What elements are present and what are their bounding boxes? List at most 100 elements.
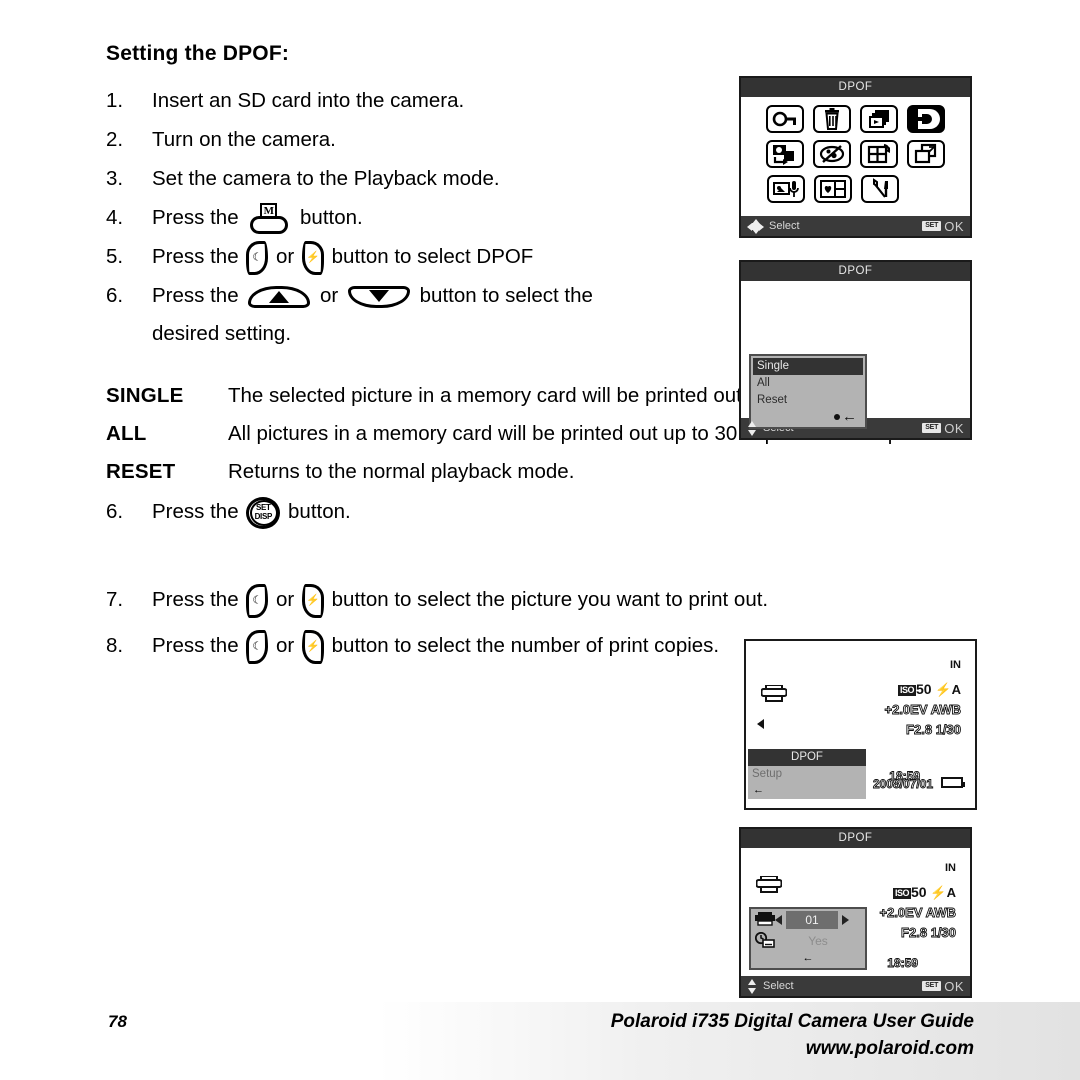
flash-mode-value: A <box>946 885 956 900</box>
page-footer: 78 Polaroid i735 Digital Camera User Gui… <box>0 1002 1080 1080</box>
definition-text: Returns to the normal playback mode. <box>228 460 575 483</box>
manual-page: Setting the DPOF: 1. Insert an SD card i… <box>0 0 1080 1080</box>
option-item-single[interactable]: Single <box>753 358 863 375</box>
step-text: Press the ☾ or ⚡ button to select the nu… <box>152 627 772 665</box>
internal-memory-label: IN <box>950 659 961 671</box>
step-text-post: button to select the picture you <box>331 588 611 611</box>
left-button-icon: ☾ <box>246 629 269 664</box>
screen-status-bar: Select SET OK <box>741 976 970 996</box>
time-value: 18:59 <box>887 956 919 971</box>
up-down-pad-icon <box>747 978 758 994</box>
back-arrow-icon: ← <box>753 784 764 796</box>
favorites-album-icon[interactable] <box>814 175 852 203</box>
step-6b: 6. Press the SET DISP button. <box>106 493 986 531</box>
select-label: Select <box>763 980 794 992</box>
resize-icon[interactable] <box>907 140 945 168</box>
copy-to-card-icon[interactable] <box>766 140 804 168</box>
ok-label: OK <box>944 218 964 234</box>
option-item-all[interactable]: All <box>753 375 863 392</box>
step-text-pre: Press the <box>152 634 239 657</box>
flash-mode-icon: ⚡ <box>935 682 952 697</box>
set-badge: SET <box>922 221 942 231</box>
step-number: 6. <box>106 284 124 307</box>
select-hint: Select <box>747 218 922 234</box>
left-button-icon: ☾ <box>246 240 269 275</box>
setup-tools-icon[interactable] <box>861 175 899 203</box>
iso-badge: ISO <box>892 887 911 899</box>
back-hint: ← <box>751 951 865 968</box>
voice-memo-icon[interactable] <box>767 175 805 203</box>
guide-title: Polaroid i735 Digital Camera User Guide <box>610 1011 974 1032</box>
shutter-value: 1/30 <box>930 925 956 941</box>
back-arrow-icon: ← <box>802 952 814 964</box>
ok-label: OK <box>944 420 964 436</box>
set-disp-button-icon: SET DISP <box>246 496 281 529</box>
right-button-icon: ⚡ <box>301 629 324 664</box>
panel-title: DPOF <box>748 749 866 766</box>
dpof-print-icon[interactable] <box>907 105 945 133</box>
slideshow-icon[interactable] <box>860 105 898 133</box>
step-text-post: button to select DPOF <box>331 245 534 268</box>
date-print-value[interactable]: Yes <box>775 933 861 949</box>
up-button-icon <box>248 282 311 312</box>
prev-picture-arrow-icon[interactable] <box>757 719 764 729</box>
left-button-icon: ☾ <box>246 583 269 618</box>
menu-icon-row-1 <box>751 105 960 133</box>
aperture-shutter-readout: F2.8 1/30 <box>901 925 957 941</box>
rotate-icon[interactable] <box>860 140 898 168</box>
step-number: 1. <box>106 89 124 112</box>
delete-trash-icon[interactable] <box>813 105 851 133</box>
step-text: Press the SET DISP button. <box>152 493 986 531</box>
aperture-shutter-readout: F2.8 1/30 <box>906 722 962 738</box>
menu-icon-grid <box>741 97 970 216</box>
right-button-icon: ⚡ <box>301 240 324 275</box>
screen-title: DPOF <box>741 829 970 848</box>
ev-value: +2.0EV <box>884 702 928 718</box>
step-number: 7. <box>106 588 124 611</box>
date-value: 2008/07/01 <box>872 777 933 792</box>
option-item-reset[interactable]: Reset <box>753 392 863 409</box>
shutter-value: 1/30 <box>935 722 961 738</box>
page-number: 78 <box>108 1012 127 1031</box>
step-text-mid: or <box>276 634 295 657</box>
dpof-option-list: Single All Reset ← <box>749 354 867 429</box>
page-title: Setting the DPOF: <box>106 42 290 65</box>
step-number: 2. <box>106 128 124 151</box>
flash-mode-value: A <box>951 682 961 697</box>
step-7: 7. Press the ☾ or ⚡ button to select the… <box>106 581 986 619</box>
flash-mode-icon: ⚡ <box>930 885 947 900</box>
step-text-post: button. <box>300 206 363 229</box>
up-down-pad-icon <box>747 420 758 436</box>
protect-key-icon[interactable] <box>766 105 804 133</box>
step-text-pre: Press the <box>152 500 239 523</box>
definition-term: RESET <box>106 460 176 483</box>
screen-title: DPOF <box>741 262 970 281</box>
select-label: Select <box>769 220 800 232</box>
iso-readout: ISO 50 ⚡A <box>897 681 961 698</box>
step-text-mid: or <box>276 245 295 268</box>
screen-body: Single All Reset ← <box>741 281 970 429</box>
step-text-post: button to select the <box>419 284 593 307</box>
panel-item-setup[interactable]: Setup <box>748 766 866 783</box>
aperture-value: F2.8 <box>906 722 933 738</box>
set-badge: SET <box>922 423 942 433</box>
ok-hint: SET OK <box>922 219 964 234</box>
step-number: 8. <box>106 634 124 657</box>
internal-memory-label: IN <box>945 862 956 874</box>
back-hint: ← <box>753 409 863 425</box>
screen-status-bar: Select SET OK <box>741 216 970 236</box>
screen-body: IN ISO50 ⚡A +2.0EV AWB F2.8 1/30 18:59 <box>741 848 970 976</box>
increase-copies-arrow-icon[interactable] <box>842 915 849 925</box>
set-badge: SET <box>922 981 942 991</box>
wb-value: AWB <box>925 905 956 921</box>
iso-badge: ISO <box>897 684 916 696</box>
back-hint: ← <box>748 783 866 799</box>
menu-icon-row-2 <box>751 140 960 168</box>
decrease-copies-arrow-icon[interactable] <box>775 915 782 925</box>
printer-icon <box>755 875 783 893</box>
red-eye-removal-icon[interactable] <box>813 140 851 168</box>
ok-hint: SET OK <box>922 979 964 994</box>
iso-readout: ISO 50 ⚡A <box>892 884 956 901</box>
dpof-setup-panel: DPOF Setup ← <box>748 749 866 799</box>
copies-count-value[interactable]: 01 <box>786 911 838 929</box>
